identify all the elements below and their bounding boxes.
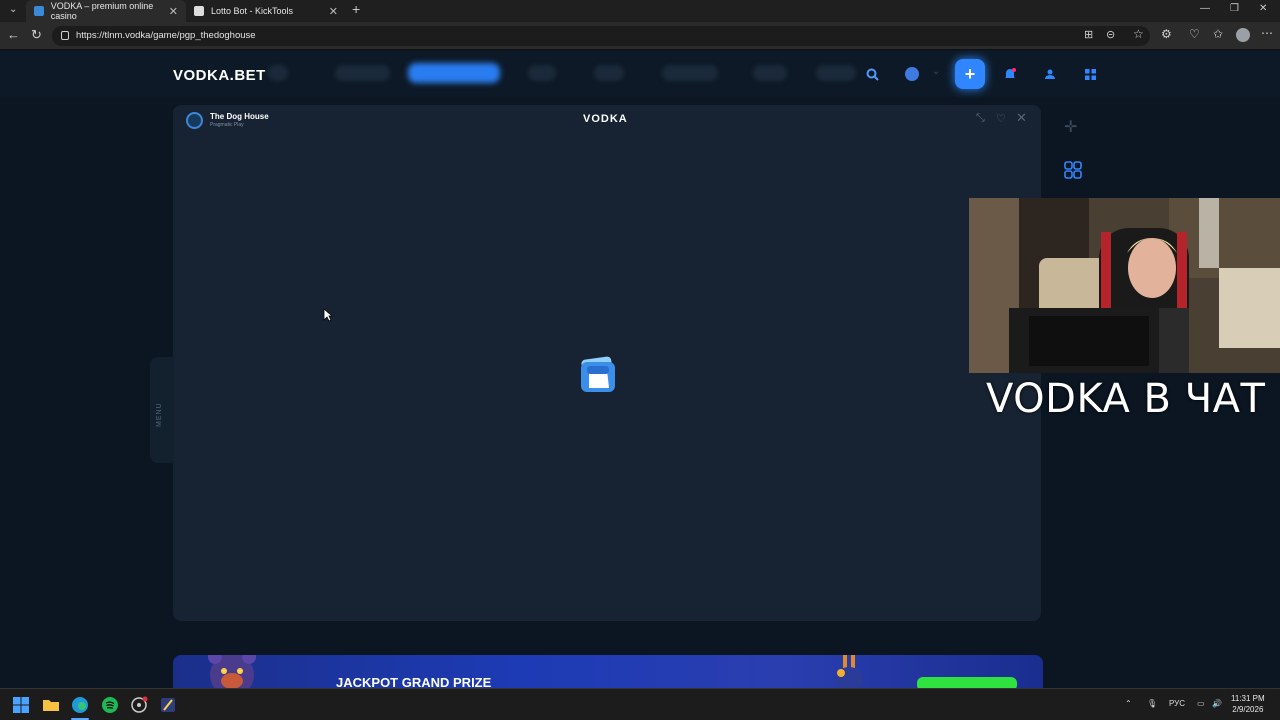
obs-app-icon[interactable] (130, 696, 148, 714)
nav-item-blurred[interactable] (662, 65, 718, 81)
jackpot-character-icon (835, 655, 863, 691)
microphone-icon[interactable]: 🎙 (1147, 699, 1157, 708)
collections-icon[interactable]: ✩ (1213, 27, 1223, 41)
site-logo[interactable]: VODKA.BET (173, 67, 266, 84)
new-tab-icon[interactable]: + (352, 1, 360, 17)
profile-avatar[interactable] (1236, 28, 1250, 42)
network-icon[interactable]: ▭ (1197, 699, 1205, 708)
nav-item-blurred[interactable] (594, 65, 624, 81)
tracking-icon[interactable]: ⊝ (1106, 28, 1115, 41)
volume-icon[interactable]: 🔊 (1212, 699, 1222, 708)
close-window-icon[interactable]: ✕ (1259, 3, 1267, 14)
favorite-heart-icon[interactable]: ♡ (996, 112, 1006, 125)
restore-icon[interactable]: ❐ (1230, 3, 1239, 14)
bear-mascot-icon (208, 655, 256, 691)
url-text: https://tlnm.vodka/game/pgp_thedoghouse (76, 30, 256, 41)
spotify-icon[interactable] (101, 696, 119, 714)
browser-essentials-icon[interactable]: ♡ (1189, 27, 1200, 41)
tab-lotto-bot[interactable]: Lotto Bot - KickTools ✕ (186, 0, 346, 22)
windows-taskbar: ⌃ 🎙 РУС ▭ 🔊 11:31 PM 2/9/2026 (0, 688, 1280, 720)
streamer-webcam (969, 198, 1280, 373)
nav-item-blurred[interactable] (528, 65, 556, 81)
currency-icon[interactable] (898, 60, 926, 88)
stream-overlay-text: VODKA В ЧАТ (986, 376, 1266, 422)
extensions-icon[interactable]: ⚙ (1161, 27, 1172, 41)
tab-vodka[interactable]: VODKA – premium online casino ✕ (26, 0, 186, 22)
chevron-down-icon[interactable]: ⌄ (932, 66, 940, 77)
browser-tab-bar: ⌄ VODKA – premium online casino ✕ Lotto … (0, 0, 1280, 22)
site-top-nav: VODKA.BET ⌄ + (0, 51, 1280, 97)
favorite-star-icon[interactable]: ☆ (1133, 27, 1144, 41)
search-icon[interactable] (858, 60, 886, 88)
minimize-icon[interactable]: — (1200, 3, 1210, 14)
close-tab-icon[interactable]: ✕ (329, 5, 338, 18)
close-tab-icon[interactable]: ✕ (169, 5, 178, 18)
game-frame[interactable]: The Dog House Pragmatic Play VODKA ⤡ ♡ ✕ (173, 105, 1041, 621)
mouse-cursor-icon (323, 308, 333, 322)
menu-label: MENU (156, 402, 163, 427)
tab-title: VODKA – premium online casino (50, 1, 154, 21)
layout-grid-icon[interactable] (1064, 161, 1082, 179)
nav-item-blurred[interactable] (816, 65, 856, 81)
game-frame-logo: VODKA (583, 113, 628, 125)
clock-date: 2/9/2026 (1232, 705, 1264, 714)
show-hidden-icons-icon[interactable]: ⌃ (1125, 699, 1132, 708)
kicktools-favicon-icon (194, 6, 204, 16)
file-explorer-icon[interactable] (42, 696, 60, 714)
shrink-icon[interactable]: ✛ (1064, 117, 1077, 137)
close-game-icon[interactable]: ✕ (1016, 110, 1027, 126)
nav-item-blurred[interactable] (753, 65, 787, 81)
nav-item-blurred[interactable] (268, 65, 288, 81)
url-field[interactable]: https://tlnm.vodka/game/pgp_thedoghouse (52, 26, 1150, 46)
game-provider-logo-icon (186, 112, 203, 129)
tab-list-icon[interactable]: ⌄ (9, 4, 17, 15)
tab-title: Lotto Bot - KickTools (211, 6, 294, 16)
loading-spinner-icon (581, 356, 615, 392)
app-available-icon[interactable]: ⊞ (1084, 28, 1093, 41)
windows-start-icon[interactable] (12, 696, 30, 714)
pen-app-icon[interactable] (159, 696, 177, 714)
system-clock[interactable]: 11:31 PM 2/9/2026 (1231, 693, 1265, 715)
game-title: The Dog House (210, 112, 269, 121)
game-provider: Pragmatic Play (210, 122, 244, 128)
nav-item-blurred[interactable] (335, 65, 390, 81)
edge-browser-icon[interactable] (71, 696, 89, 714)
lock-icon (61, 31, 69, 40)
nav-item-active-blurred[interactable] (408, 63, 500, 83)
address-bar-row: ← ↻ https://tlnm.vodka/game/pgp_thedogho… (0, 22, 1280, 50)
deposit-plus-button[interactable]: + (955, 59, 985, 89)
side-menu-tab[interactable]: MENU (150, 357, 174, 463)
input-language[interactable]: РУС (1169, 699, 1185, 708)
notifications-bell-icon[interactable] (996, 60, 1024, 88)
user-profile-icon[interactable] (1036, 60, 1064, 88)
refresh-icon[interactable]: ↻ (31, 27, 42, 43)
back-icon[interactable]: ← (7, 27, 20, 42)
more-options-icon[interactable]: ⋯ (1261, 26, 1273, 40)
vodka-favicon-icon (34, 6, 44, 16)
jackpot-banner[interactable]: JACKPOT GRAND PRIZE (173, 655, 1043, 691)
game-side-panel: ✛ (1054, 105, 1094, 195)
collapse-icon[interactable]: ⤡ (976, 112, 985, 125)
clock-time: 11:31 PM (1231, 694, 1265, 703)
grid-menu-icon[interactable] (1076, 60, 1104, 88)
